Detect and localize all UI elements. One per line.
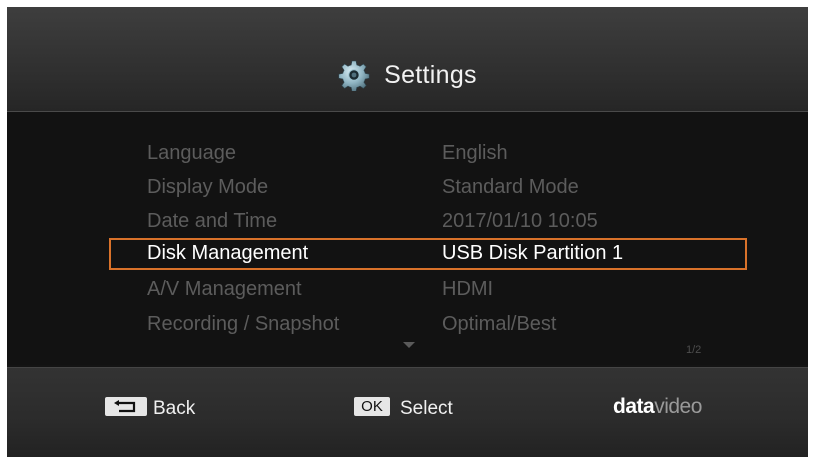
back-key[interactable] [105, 397, 147, 416]
gear-icon [338, 60, 370, 91]
page-title: Settings [384, 60, 477, 89]
footer-bar: Back OK Select datavideo [7, 367, 808, 457]
brand-logo-part2: video [654, 395, 702, 418]
menu-item-language[interactable]: Language English [109, 138, 747, 170]
menu-item-label: A/V Management [147, 278, 302, 300]
page-indicator: 1/2 [686, 344, 702, 356]
menu-item-value: HDMI [442, 278, 494, 300]
return-arrow-icon [114, 399, 136, 412]
menu-item-value: Standard Mode [442, 176, 579, 198]
menu-item-av-management[interactable]: A/V Management HDMI [109, 274, 747, 306]
menu-item-label: Disk Management [147, 242, 309, 264]
brand-logo-part1: data [613, 395, 655, 418]
settings-menu: Language English Display Mode Standard M… [7, 112, 808, 365]
menu-item-value: Optimal/Best [442, 313, 557, 335]
menu-item-label: Display Mode [147, 176, 269, 198]
menu-item-date-and-time[interactable]: Date and Time 2017/01/10 10:05 [109, 206, 747, 238]
menu-item-label: Language [147, 142, 236, 164]
ok-key[interactable]: OK [354, 397, 390, 416]
header-title-group: Settings [7, 59, 808, 91]
menu-item-disk-management[interactable]: Disk Management USB Disk Partition 1 [109, 238, 747, 270]
menu-item-recording-snapshot[interactable]: Recording / Snapshot Optimal/Best [109, 309, 747, 341]
menu-item-label: Date and Time [147, 210, 278, 232]
header-bar: Settings [7, 7, 808, 112]
settings-screen: Settings Language English Display Mode S… [7, 7, 808, 457]
select-label: Select [400, 398, 453, 419]
triangle-down-icon[interactable] [403, 342, 415, 348]
back-label: Back [153, 398, 196, 419]
menu-item-display-mode[interactable]: Display Mode Standard Mode [109, 172, 747, 204]
menu-item-value: English [442, 142, 508, 164]
menu-item-value: USB Disk Partition 1 [442, 242, 624, 264]
brand-logo: datavideo [613, 395, 702, 419]
menu-item-value: 2017/01/10 10:05 [442, 210, 598, 232]
menu-item-label: Recording / Snapshot [147, 313, 340, 335]
